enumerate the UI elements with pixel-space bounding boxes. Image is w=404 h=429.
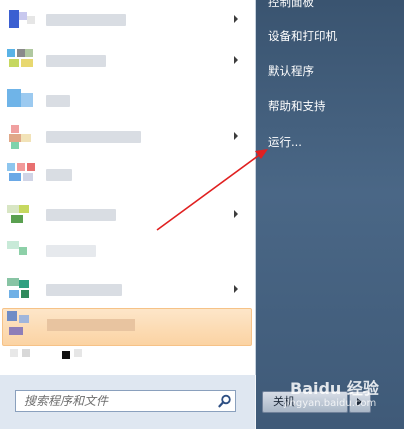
recent-items-row [10,345,100,361]
watermark-logo: Baidu 经验 [290,379,379,398]
program-label [46,169,72,181]
program-item[interactable] [0,275,252,305]
search-icon[interactable] [218,394,232,408]
program-icon [7,311,47,341]
program-icon [5,49,45,73]
submenu-arrow-icon [234,132,238,140]
highlighted-program-item[interactable] [2,308,252,346]
program-icon [5,239,45,263]
program-label [46,95,70,107]
submenu-arrow-icon [234,56,238,64]
program-label [46,209,116,221]
program-icon [5,163,45,187]
submenu-arrow-icon [234,210,238,218]
submenu-arrow-icon [234,285,238,293]
menu-item-default-programs[interactable]: 默认程序 [268,63,314,79]
program-icon [5,125,45,149]
program-item[interactable] [0,86,252,116]
program-item[interactable] [0,236,252,266]
program-item[interactable] [0,160,252,190]
program-item[interactable] [0,122,252,152]
program-label [46,55,106,67]
system-links-pane: 控制面板 设备和打印机 默认程序 帮助和支持 运行... 关机 [256,0,404,429]
program-icon [5,203,45,227]
program-label [46,284,122,296]
menu-item-devices-printers[interactable]: 设备和打印机 [268,28,337,44]
search-input[interactable] [16,391,214,411]
menu-item-help-support[interactable]: 帮助和支持 [268,98,326,114]
submenu-arrow-icon [234,15,238,23]
program-icon [5,278,45,302]
program-label [46,14,126,26]
program-item[interactable] [0,46,252,76]
search-area [0,375,255,429]
program-label [47,319,135,331]
program-label [46,245,96,257]
search-box[interactable] [15,390,236,412]
program-icon [5,8,45,32]
program-label [46,131,141,143]
menu-item-run[interactable]: 运行... [268,134,302,150]
program-list-pane [0,0,256,375]
menu-item-control-panel[interactable]: 控制面板 [268,0,314,10]
program-item[interactable] [0,5,252,35]
watermark-url: jingyan.baidu.com [284,398,377,409]
program-icon [5,89,45,113]
program-item[interactable] [0,200,252,230]
